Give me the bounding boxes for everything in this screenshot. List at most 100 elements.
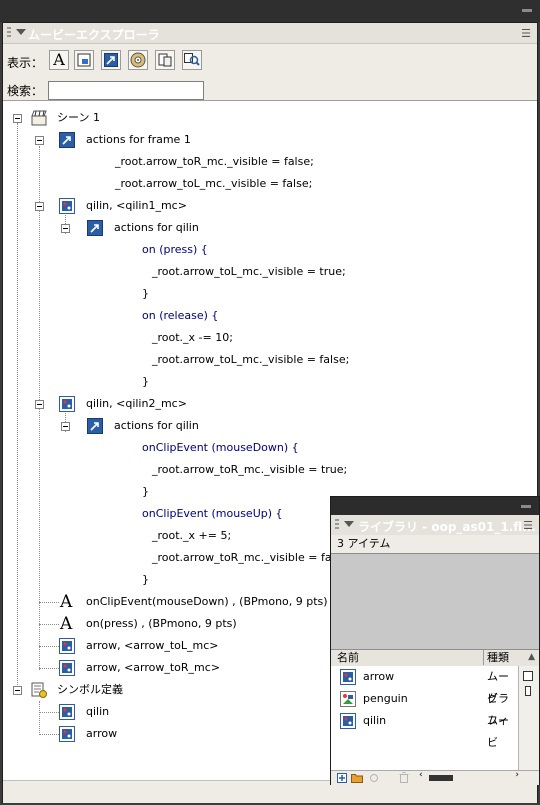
tree-row-qilin2-actions[interactable]: actions for qilin bbox=[3, 415, 303, 437]
drag-handle-icon[interactable] bbox=[7, 27, 11, 39]
qilin2-actions-label: actions for qilin bbox=[114, 419, 199, 432]
tree-row-symbols[interactable]: シンボル定義 bbox=[3, 679, 303, 701]
code-line[interactable]: } bbox=[142, 283, 149, 305]
tree-row-text2[interactable]: A on(press) , (BPmono, 9 pts) bbox=[3, 613, 333, 635]
sort-arrow-icon[interactable]: ▲ bbox=[528, 650, 535, 665]
new-folder-icon[interactable] bbox=[351, 772, 363, 783]
code-line[interactable]: onClipEvent (mouseDown) { bbox=[142, 437, 299, 459]
wide-view-button[interactable] bbox=[523, 671, 533, 681]
tree-row-sym-arrow[interactable]: arrow bbox=[3, 723, 303, 745]
library-title: ライブラリ - oop_as01_1.fl... bbox=[358, 520, 536, 534]
library-item-penguin[interactable]: penguin グラフィ bbox=[331, 688, 519, 727]
tree-row-frame-actions[interactable]: actions for frame 1 bbox=[3, 129, 303, 151]
scroll-thumb[interactable] bbox=[429, 775, 453, 781]
panel-title-bar[interactable]: ムービーエクスプローラ ☰ bbox=[3, 23, 537, 44]
frame-actions-label: actions for frame 1 bbox=[86, 133, 191, 146]
library-list: arrow ムービ penguin グラフィ qilin ムービ bbox=[331, 666, 519, 770]
tree-row-qilin1-actions[interactable]: actions for qilin bbox=[3, 217, 303, 239]
library-bottom-bar: ‹ › bbox=[331, 770, 539, 785]
code-line[interactable]: on (press) { bbox=[142, 239, 208, 261]
code-line[interactable]: on (release) { bbox=[142, 305, 218, 327]
drag-handle-icon[interactable] bbox=[335, 519, 339, 531]
library-item-arrow[interactable]: arrow ムービ bbox=[331, 666, 519, 705]
qilin1-label: qilin, <qilin1_mc> bbox=[86, 199, 187, 212]
code-line[interactable]: _root._x -= 10; bbox=[152, 327, 233, 349]
qilin1-actions-label: actions for qilin bbox=[114, 221, 199, 234]
video-filter-button[interactable] bbox=[128, 50, 148, 70]
column-kind-header[interactable]: 種類 bbox=[483, 650, 509, 665]
movieclip-icon bbox=[59, 704, 75, 720]
panel-grip[interactable] bbox=[521, 505, 531, 508]
action-filter-button[interactable] bbox=[101, 50, 121, 70]
show-label: 表示： bbox=[7, 56, 44, 70]
panel-grip[interactable] bbox=[522, 9, 532, 12]
code-line[interactable]: _root.arrow_toR_mc._visible = false; bbox=[152, 547, 351, 569]
code-line[interactable]: _root.arrow_toL_mc._visible = true; bbox=[152, 261, 346, 283]
symbol-definitions-icon bbox=[31, 682, 47, 698]
code-line[interactable]: _root.arrow_toL_mc._visible = false; bbox=[152, 349, 349, 371]
scroll-right-icon[interactable]: › bbox=[515, 770, 519, 780]
code-line[interactable]: onClipEvent (mouseUp) { bbox=[142, 503, 283, 525]
column-name-header[interactable]: 名前 bbox=[337, 650, 359, 665]
library-topbar[interactable] bbox=[331, 497, 539, 515]
panel-menu-icon[interactable]: ☰ bbox=[521, 27, 531, 40]
sym-arrow-label: arrow bbox=[86, 727, 118, 740]
sym-qilin-label: qilin bbox=[86, 705, 110, 718]
search-label: 検索： bbox=[7, 84, 44, 98]
code-line[interactable]: } bbox=[142, 481, 149, 503]
library-item-name: penguin bbox=[363, 692, 408, 705]
library-hscrollbar[interactable]: ‹ › bbox=[419, 770, 519, 782]
video-filter-icon bbox=[130, 52, 146, 68]
collapse-toggle[interactable] bbox=[35, 400, 44, 409]
code-line[interactable]: _root.arrow_toR_mc._visible = false; bbox=[115, 151, 314, 173]
text-filter-icon: A bbox=[53, 50, 65, 69]
collapse-toggle[interactable] bbox=[13, 686, 22, 695]
text1-label: onClipEvent(mouseDown) , (BPmono, 9 pts) bbox=[86, 595, 328, 608]
qilin2-label: qilin, <qilin2_mc> bbox=[86, 397, 187, 410]
collapse-toggle[interactable] bbox=[13, 114, 22, 123]
tree-row-arrow-tol[interactable]: arrow, <arrow_toL_mc> bbox=[3, 635, 333, 657]
collapse-toggle[interactable] bbox=[61, 422, 70, 431]
library-item-kind: ムービ bbox=[487, 714, 509, 749]
library-item-qilin[interactable]: qilin ムービ bbox=[331, 710, 519, 749]
tree-row-scene[interactable]: シーン 1 bbox=[3, 107, 303, 129]
tree-row-qilin1[interactable]: qilin, <qilin1_mc> bbox=[3, 195, 303, 217]
collapse-toggle[interactable] bbox=[61, 224, 70, 233]
movieclip-icon bbox=[59, 198, 75, 214]
properties-icon[interactable] bbox=[369, 773, 379, 783]
code-line[interactable]: _root.arrow_toL_mc._visible = false; bbox=[115, 173, 312, 195]
collapse-triangle-icon[interactable] bbox=[344, 521, 354, 527]
tree-row-qilin2[interactable]: qilin, <qilin2_mc> bbox=[3, 393, 303, 415]
collapse-triangle-icon[interactable] bbox=[16, 29, 26, 35]
code-line[interactable]: _root._x += 5; bbox=[152, 525, 231, 547]
trash-icon[interactable] bbox=[399, 772, 409, 783]
frame-filter-button[interactable] bbox=[155, 50, 175, 70]
library-title-bar[interactable]: ライブラリ - oop_as01_1.fl... ☰ bbox=[331, 515, 539, 535]
new-symbol-icon[interactable] bbox=[337, 773, 347, 783]
code-line[interactable]: } bbox=[142, 371, 149, 393]
collapse-toggle[interactable] bbox=[35, 202, 44, 211]
collapse-toggle[interactable] bbox=[35, 136, 44, 145]
narrow-view-button[interactable] bbox=[525, 686, 531, 696]
button-filter-button[interactable] bbox=[74, 50, 94, 70]
action-filter-icon bbox=[104, 53, 118, 67]
code-line[interactable]: _root.arrow_toR_mc._visible = true; bbox=[152, 459, 347, 481]
search-input[interactable] bbox=[48, 81, 204, 100]
action-icon bbox=[87, 220, 103, 236]
movieclip-icon bbox=[340, 713, 356, 729]
tree-row-text1[interactable]: A onClipEvent(mouseDown) , (BPmono, 9 pt… bbox=[3, 591, 333, 613]
text-filter-button[interactable]: A bbox=[49, 50, 69, 70]
window-topbar bbox=[0, 0, 540, 22]
scene-label: シーン 1 bbox=[57, 111, 100, 124]
explorer-toolbar: 表示： A 検索： bbox=[3, 44, 537, 101]
library-menu-icon[interactable]: ☰ bbox=[523, 519, 533, 532]
tree-row-sym-qilin[interactable]: qilin bbox=[3, 701, 303, 723]
movieclip-icon bbox=[59, 638, 75, 654]
code-line[interactable]: } bbox=[142, 569, 149, 591]
arrow-tor-label: arrow, <arrow_toR_mc> bbox=[86, 661, 221, 674]
customize-filter-button[interactable] bbox=[182, 50, 202, 70]
arrow-tol-label: arrow, <arrow_toL_mc> bbox=[86, 639, 219, 652]
scroll-left-icon[interactable]: ‹ bbox=[419, 770, 423, 780]
symbols-label: シンボル定義 bbox=[57, 683, 123, 696]
tree-row-arrow-tor[interactable]: arrow, <arrow_toR_mc> bbox=[3, 657, 333, 679]
